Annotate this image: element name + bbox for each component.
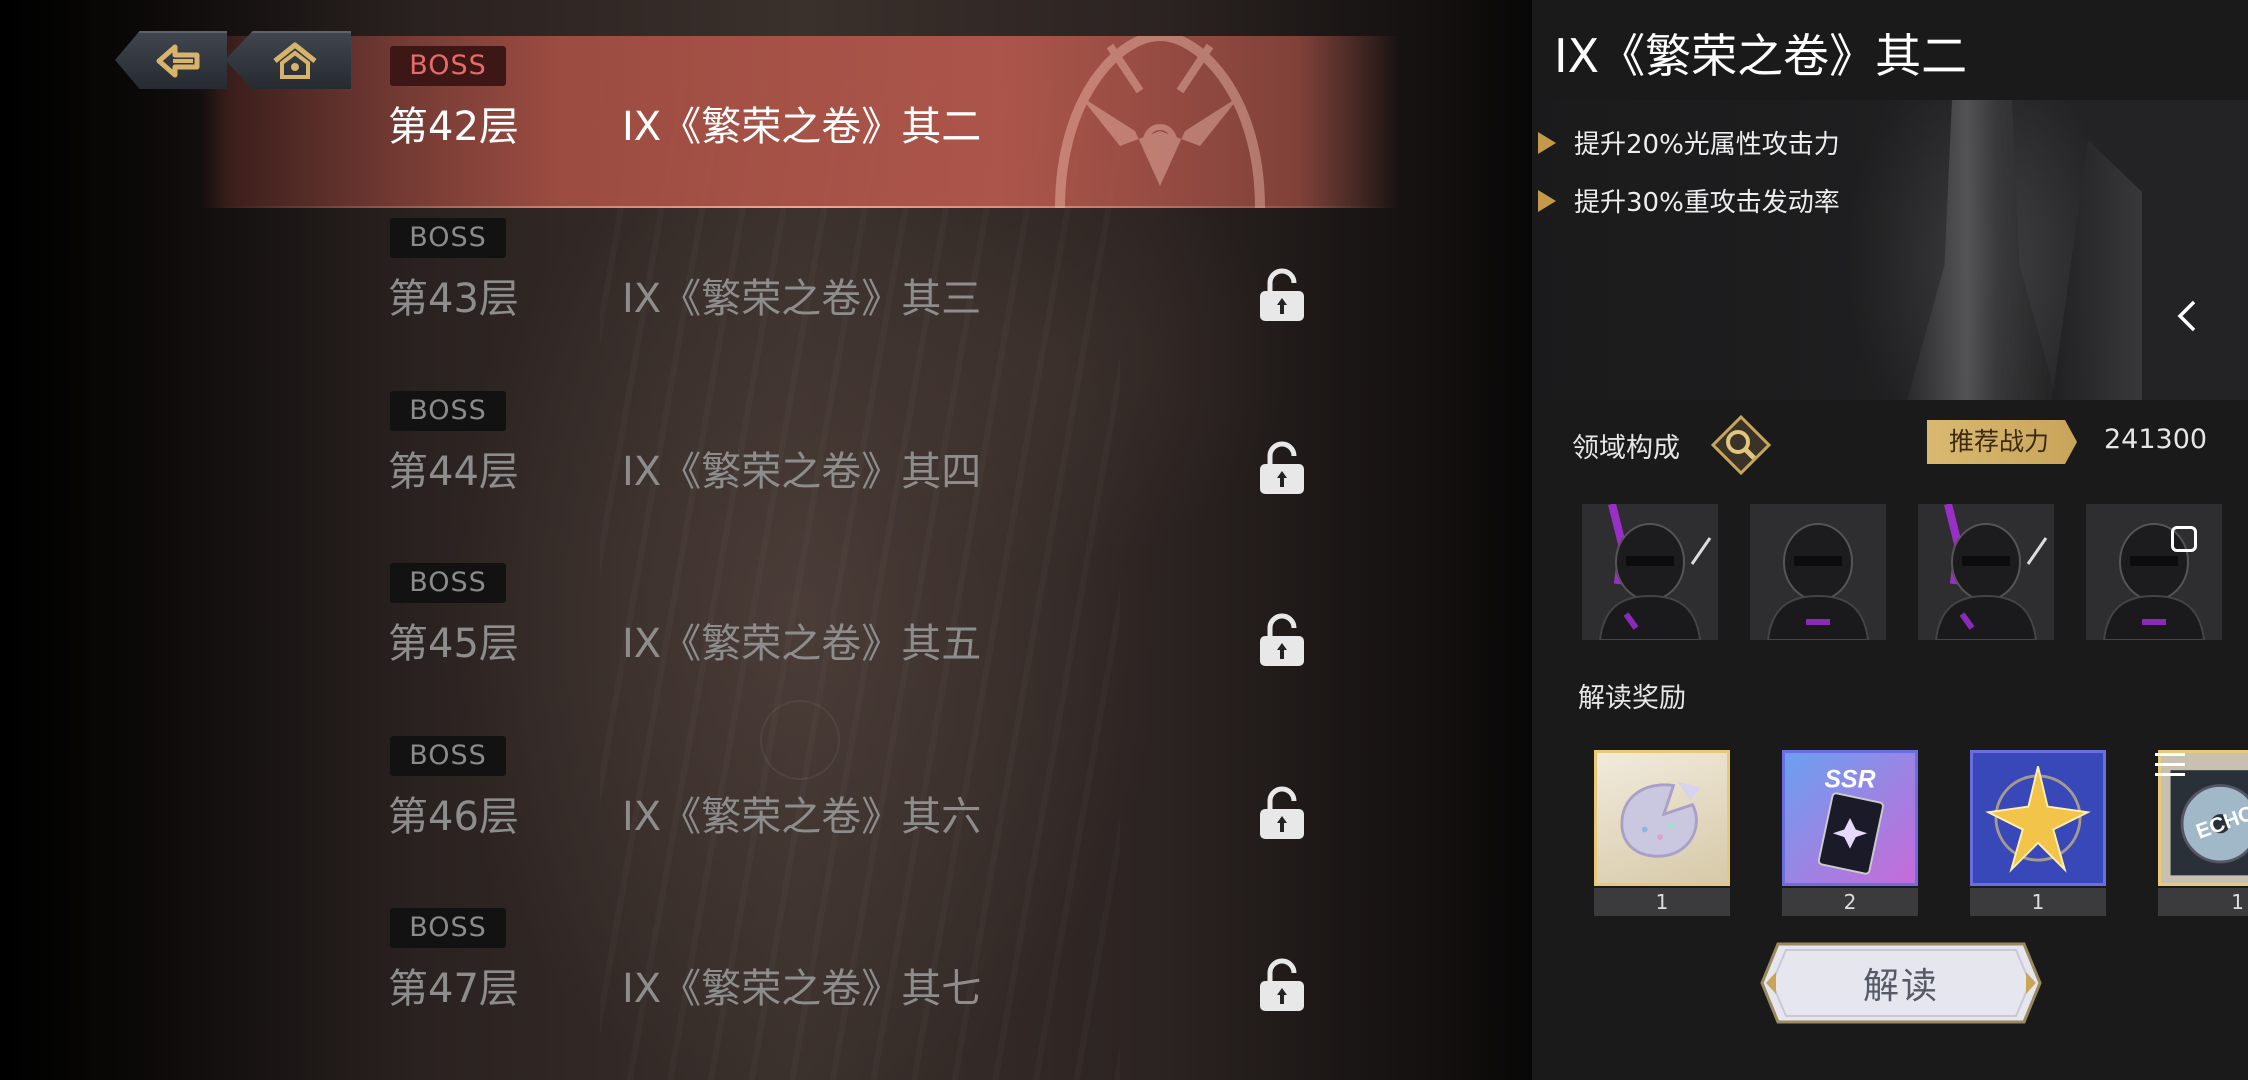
enemy-list: [1582, 504, 2222, 640]
floor-title: IX《繁荣之卷》其三: [622, 276, 982, 322]
holographic-shard-icon: [1594, 750, 1730, 886]
boss-emblem-icon: [1055, 36, 1265, 208]
reward-item[interactable]: SSR 2: [1782, 750, 1918, 916]
decode-button-label: 解读: [1862, 966, 1939, 1007]
floor-title: IX《繁荣之卷》其二: [622, 104, 982, 150]
armored-soldier-icon: [1750, 504, 1886, 640]
lock-icon: [1260, 441, 1304, 494]
floor-row-43[interactable]: BOSS 第43层 IX《繁荣之卷》其三: [0, 208, 1532, 381]
buff-arrow-icon: [1538, 131, 1556, 154]
floor-row-46[interactable]: BOSS 第46层 IX《繁荣之卷》其六: [0, 726, 1532, 899]
home-icon: [273, 42, 317, 79]
boss-badge: BOSS: [390, 390, 506, 431]
recommend-power-value: 241300: [2104, 424, 2208, 455]
banner-tower: [1907, 100, 2057, 400]
back-arrow-icon: [156, 44, 200, 78]
boss-badge: BOSS: [390, 563, 506, 604]
recommend-power-tag: 推荐战力: [1927, 420, 2077, 464]
buff-text: 提升30%重攻击发动率: [1574, 188, 1840, 218]
floor-number: 第46层: [388, 793, 519, 840]
floor-row-47[interactable]: BOSS 第47层 IX《繁荣之卷》其七: [0, 898, 1532, 1071]
gold-star-icon: [1970, 750, 2106, 886]
reward-item[interactable]: 1: [1594, 750, 1730, 916]
lock-icon: [1260, 613, 1304, 667]
floor-title: IX《繁荣之卷》其五: [622, 621, 982, 668]
buff-text: 提升20%光属性攻击力: [1574, 130, 1840, 160]
boss-badge: BOSS: [390, 908, 506, 949]
floor-number: 第44层: [388, 448, 519, 495]
armored-knight-icon: [1918, 504, 2054, 640]
magnifier-icon[interactable]: [1710, 414, 1772, 476]
buff-arrow-icon: [1538, 189, 1556, 212]
checkbox-icon[interactable]: [2171, 526, 2197, 552]
floor-row-44[interactable]: BOSS 第44层 IX《繁荣之卷》其四: [0, 381, 1532, 554]
buff-row: 提升30%重攻击发动率: [1538, 182, 1840, 219]
enemy-portrait[interactable]: [1918, 504, 2054, 640]
reward-count: 2: [1782, 888, 1918, 916]
floor-title: IX《繁荣之卷》其四: [622, 448, 982, 495]
floor-title: IX《繁荣之卷》其七: [622, 966, 982, 1013]
domain-label: 领域构成: [1572, 433, 1680, 464]
reward-count: 1: [1970, 888, 2106, 916]
floor-number: 第47层: [388, 966, 519, 1013]
lock-icon: [1260, 786, 1304, 839]
floor-number: 第42层: [388, 104, 519, 150]
reward-count: 1: [2158, 888, 2248, 916]
lock-icon: [1260, 958, 1304, 1012]
floor-number: 第43层: [388, 276, 519, 322]
floor-title: IX《繁荣之卷》其六: [622, 793, 982, 840]
boss-badge: BOSS: [390, 735, 506, 776]
decode-button[interactable]: 解读: [1760, 942, 2042, 1024]
reward-item[interactable]: 1: [1970, 750, 2106, 916]
boss-badge: BOSS: [390, 218, 506, 258]
reward-count: 1: [1594, 888, 1730, 916]
floor-detail-panel: IX《繁荣之卷》其二 提升20%光属性攻击力 提升30%重攻击发动率 领域构成 …: [1532, 0, 2248, 1080]
buff-row: 提升20%光属性攻击力: [1538, 124, 1840, 161]
floor-number: 第45层: [388, 621, 519, 668]
enemy-portrait[interactable]: [1750, 504, 1886, 640]
ssr-card-icon: SSR: [1782, 750, 1918, 886]
banner-structure: [2052, 140, 2142, 400]
floor-list: BOSS 第42层 IX《繁荣之卷》其二 BOSS 第43层 IX《繁荣之卷》其…: [0, 36, 1532, 1071]
floor-row-45[interactable]: BOSS 第45层 IX《繁荣之卷》其五: [0, 553, 1532, 726]
enemy-portrait[interactable]: [2086, 504, 2222, 640]
menu-icon[interactable]: [2155, 752, 2185, 778]
detail-title: IX《繁荣之卷》其二: [1554, 29, 1968, 83]
boss-badge: BOSS: [390, 46, 506, 86]
reward-list: 1 SSR 2 1 ECHO 1: [1594, 750, 2248, 916]
enemy-portrait[interactable]: [1582, 504, 1718, 640]
armored-soldier-icon: [2086, 504, 2222, 640]
lock-icon: [1260, 268, 1304, 321]
collapse-chevron-icon[interactable]: [2172, 298, 2202, 334]
svg-text:SSR: SSR: [1824, 766, 1875, 793]
armored-knight-icon: [1582, 504, 1718, 640]
reward-label: 解读奖励: [1578, 683, 1686, 714]
